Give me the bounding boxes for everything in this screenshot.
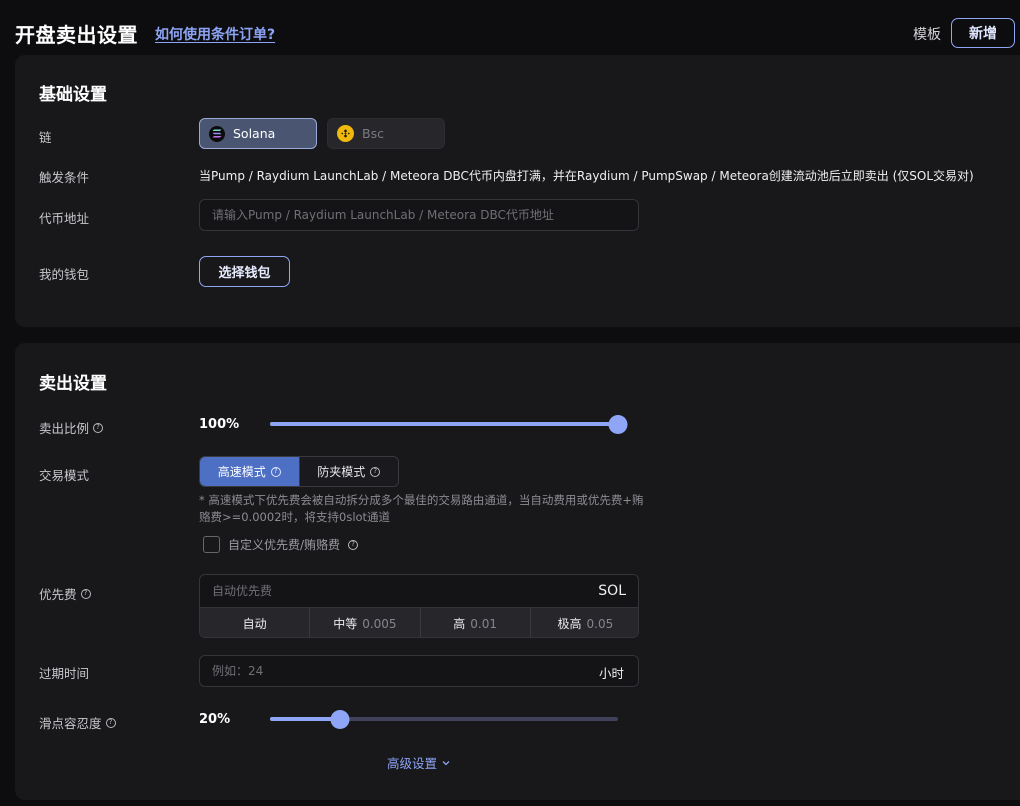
mode-antisandwich-label: 防夹模式 xyxy=(317,465,366,479)
trade-mode-note: * 高速模式下优先费会被自动拆分成多个最佳的交易路由通道，当自动费用或优先费+贿… xyxy=(199,493,644,524)
slippage-slider[interactable] xyxy=(270,709,618,729)
slider-thumb[interactable] xyxy=(608,415,628,434)
slippage-label: 滑点容忍度 ? xyxy=(39,713,116,732)
wallet-label: 我的钱包 xyxy=(39,267,90,282)
trade-mode-label: 交易模式 xyxy=(39,468,90,483)
priority-fee-label: 优先费 ? xyxy=(39,584,91,603)
slippage-value: 20% xyxy=(199,712,231,727)
priority-fee-label-text: 优先费 xyxy=(39,587,77,602)
mode-fast-label: 高速模式 xyxy=(217,465,266,479)
sell-ratio-slider[interactable] xyxy=(270,414,628,434)
trigger-condition-text: 当Pump / Raydium LaunchLab / Meteora DBC代… xyxy=(199,169,974,183)
chain-option-solana-label: Solana xyxy=(233,126,276,141)
token-address-label: 代币地址 xyxy=(39,211,90,226)
sell-settings-card: 卖出设置 卖出比例 ? 100% 交易模式 高速模式 ? 防夹模式 ? * 高速… xyxy=(15,343,1020,800)
mode-fast-button[interactable]: 高速模式 ? xyxy=(200,457,299,486)
custom-fee-checkbox-row[interactable]: 自定义优先费/贿赂费 ? xyxy=(203,536,359,553)
bnb-icon xyxy=(337,125,354,142)
priority-fee-box: SOL 自动 中等 0.005 高 0.01 极高 0.05 xyxy=(199,574,639,638)
sell-ratio-label-text: 卖出比例 xyxy=(39,421,90,436)
help-icon[interactable]: ? xyxy=(370,466,381,477)
basic-settings-title: 基础设置 xyxy=(39,85,107,105)
add-button[interactable]: 新增 xyxy=(951,18,1015,48)
expire-time-unit: 小时 xyxy=(599,666,625,681)
priority-fee-unit: SOL xyxy=(598,583,626,599)
fee-option-auto[interactable]: 自动 xyxy=(200,608,309,637)
expire-time-input[interactable] xyxy=(199,655,639,687)
priority-fee-options: 自动 中等 0.005 高 0.01 极高 0.05 xyxy=(200,607,638,637)
chain-label: 链 xyxy=(39,130,52,145)
custom-fee-label: 自定义优先费/贿赂费 xyxy=(228,538,341,552)
fee-option-very-high[interactable]: 极高 0.05 xyxy=(529,608,638,637)
help-icon[interactable]: ? xyxy=(80,588,91,599)
page: 开盘卖出设置 如何使用条件订单? 模板 新增 基础设置 链 Solana Bsc… xyxy=(0,0,1020,806)
custom-fee-checkbox[interactable] xyxy=(203,536,220,553)
help-icon[interactable]: ? xyxy=(348,539,359,550)
fee-option-medium[interactable]: 中等 0.005 xyxy=(309,608,419,637)
advanced-settings-toggle[interactable]: 高级设置 xyxy=(387,753,450,772)
fee-option-label: 高 xyxy=(453,617,466,631)
priority-fee-input[interactable] xyxy=(200,575,580,607)
slider-thumb[interactable] xyxy=(330,710,350,729)
advanced-settings-label: 高级设置 xyxy=(387,756,438,771)
fee-option-value: 0.01 xyxy=(470,616,497,631)
page-title: 开盘卖出设置 xyxy=(15,23,138,47)
fee-option-value: 0.005 xyxy=(362,616,397,631)
slider-fill xyxy=(270,422,618,426)
template-link[interactable]: 模板 xyxy=(913,24,941,44)
help-icon[interactable]: ? xyxy=(105,717,116,728)
help-icon[interactable]: ? xyxy=(270,466,281,477)
mode-antisandwich-button[interactable]: 防夹模式 ? xyxy=(298,457,398,486)
fee-option-value: 0.05 xyxy=(586,616,614,631)
fee-option-high[interactable]: 高 0.01 xyxy=(419,608,530,637)
chevron-down-icon xyxy=(442,760,450,765)
token-address-input[interactable] xyxy=(199,199,639,231)
chain-option-bsc[interactable]: Bsc xyxy=(327,118,445,149)
help-link[interactable]: 如何使用条件订单? xyxy=(155,24,275,44)
chain-option-solana[interactable]: Solana xyxy=(199,118,317,149)
fee-option-label: 自动 xyxy=(242,617,267,631)
expire-time-label: 过期时间 xyxy=(39,666,90,681)
help-icon[interactable]: ? xyxy=(93,422,104,433)
basic-settings-card: 基础设置 链 Solana Bsc 触发条件 当Pump / Raydium L… xyxy=(15,55,1020,327)
trade-mode-toggle: 高速模式 ? 防夹模式 ? xyxy=(199,456,399,487)
sell-ratio-value: 100% xyxy=(199,417,240,432)
fee-option-label: 极高 xyxy=(557,617,582,631)
solana-icon xyxy=(209,125,225,142)
slippage-label-text: 滑点容忍度 xyxy=(39,716,102,731)
header: 开盘卖出设置 如何使用条件订单? 模板 新增 xyxy=(0,0,1020,56)
sell-ratio-label: 卖出比例 ? xyxy=(39,418,104,437)
select-wallet-button[interactable]: 选择钱包 xyxy=(199,256,290,287)
fee-option-label: 中等 xyxy=(333,617,358,631)
trigger-label: 触发条件 xyxy=(39,170,90,185)
chain-option-bsc-label: Bsc xyxy=(362,126,384,141)
sell-settings-title: 卖出设置 xyxy=(39,374,107,394)
